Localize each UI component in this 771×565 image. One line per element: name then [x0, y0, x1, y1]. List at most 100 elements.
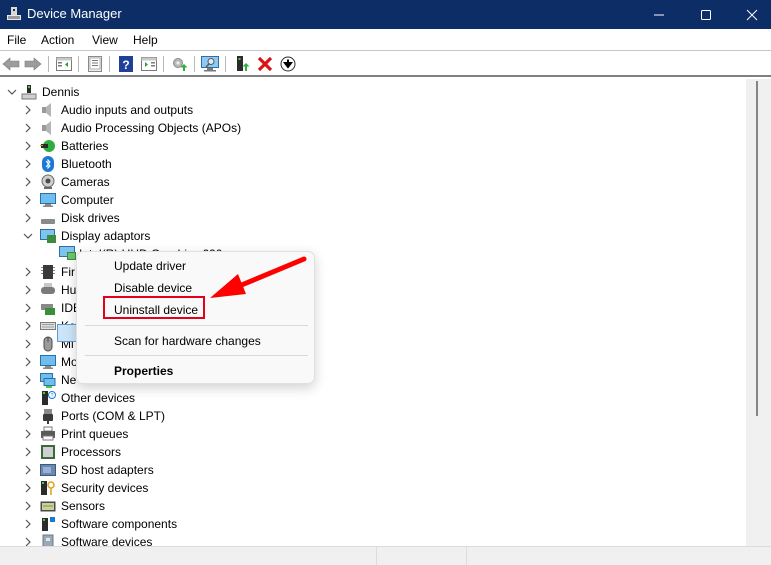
chevron-right-icon[interactable]: [22, 302, 34, 314]
tree-item-label: Disk drives: [61, 211, 120, 225]
properties-button[interactable]: [86, 55, 104, 73]
update-driver-button[interactable]: [171, 55, 189, 73]
status-divider: [376, 547, 377, 565]
tree-root[interactable]: Dennis: [0, 83, 740, 101]
tree-item-label: Fir: [61, 265, 75, 279]
status-divider: [466, 547, 467, 565]
keyboard-icon: [40, 322, 56, 330]
tree-item-software-devices[interactable]: Software devices: [0, 533, 740, 546]
menu-item-disable-device[interactable]: Disable device: [114, 281, 192, 295]
back-arrow-icon: [2, 57, 20, 71]
tree-item-label: Hu: [61, 283, 77, 297]
tree-item-audio-inputs-and-outputs[interactable]: Audio inputs and outputs: [0, 101, 740, 119]
minimize-icon: [654, 14, 664, 15]
chevron-right-icon[interactable]: [22, 356, 34, 368]
tree-item-label: Ports (COM & LPT): [61, 409, 166, 423]
scrollbar-thumb[interactable]: [756, 81, 758, 416]
tree-item-other-devices[interactable]: ? Other devices: [0, 389, 740, 407]
chevron-right-icon[interactable]: [22, 392, 34, 404]
chevron-right-icon[interactable]: [22, 482, 34, 494]
processor-icon: [41, 445, 55, 459]
maximize-button[interactable]: [683, 0, 729, 29]
chevron-right-icon[interactable]: [22, 158, 34, 170]
toolbar-separator: [163, 56, 164, 72]
chevron-right-icon[interactable]: [22, 536, 34, 546]
chevron-right-icon[interactable]: [22, 446, 34, 458]
computer-root-icon: [21, 85, 37, 100]
tree-item-computer[interactable]: Computer: [0, 191, 740, 209]
network-icon: [40, 373, 56, 388]
tree-item-label: Cameras: [61, 175, 110, 189]
tree-item-audio-processing-objects-apos[interactable]: Audio Processing Objects (APOs): [0, 119, 740, 137]
title-bar: Device Manager: [0, 0, 771, 29]
chevron-right-icon[interactable]: [22, 374, 34, 386]
tree-item-batteries[interactable]: Batteries: [0, 137, 740, 155]
back-button[interactable]: [2, 55, 20, 73]
tree-item-label: Audio Processing Objects (APOs): [61, 121, 242, 135]
toolbar-separator: [109, 56, 110, 72]
chevron-right-icon[interactable]: [22, 122, 34, 134]
tree-item-bluetooth[interactable]: Bluetooth: [0, 155, 740, 173]
chevron-right-icon[interactable]: [22, 212, 34, 224]
menu-item-properties[interactable]: Properties: [114, 364, 173, 378]
chevron-right-icon[interactable]: [22, 428, 34, 440]
tree-item-disk-drives[interactable]: Disk drives: [0, 209, 740, 227]
chevron-right-icon[interactable]: [22, 500, 34, 512]
unknown-device-icon: ?: [42, 391, 56, 405]
chevron-down-icon[interactable]: [6, 86, 18, 98]
tree-item-print-queues[interactable]: Print queues: [0, 425, 740, 443]
chevron-right-icon[interactable]: [22, 338, 34, 350]
tree-item-label: Batteries: [61, 139, 109, 153]
menu-help[interactable]: Help: [133, 33, 158, 47]
minimize-button[interactable]: [636, 0, 682, 29]
tree-item-ports-com-lpt[interactable]: Ports (COM & LPT): [0, 407, 740, 425]
chevron-right-icon[interactable]: [22, 104, 34, 116]
forward-button[interactable]: [24, 55, 42, 73]
chevron-down-icon[interactable]: [22, 230, 34, 242]
menu-file[interactable]: File: [7, 33, 26, 47]
tree-item-label: SD host adapters: [61, 463, 154, 477]
tree-item-display-adaptors[interactable]: Display adaptors: [0, 227, 740, 245]
uninstall-device-button[interactable]: [256, 55, 274, 73]
printer-icon: [41, 426, 55, 441]
chevron-right-icon[interactable]: [22, 266, 34, 278]
scan-hardware-button[interactable]: [201, 55, 219, 73]
chevron-right-icon[interactable]: [22, 320, 34, 332]
tree-item-processors[interactable]: Processors: [0, 443, 740, 461]
battery-icon: [40, 140, 55, 152]
tree-item-label: Other devices: [61, 391, 136, 405]
tree-item-software-components[interactable]: Software components: [0, 515, 740, 533]
menu-bar: File Action View Help: [0, 29, 771, 51]
enable-device-button[interactable]: [233, 55, 251, 73]
menu-item-scan-hardware[interactable]: Scan for hardware changes: [114, 334, 261, 348]
disable-device-icon: [280, 56, 296, 72]
tree-item-security-devices[interactable]: Security devices: [0, 479, 740, 497]
forward-arrow-icon: [24, 57, 42, 71]
show-action-pane-button[interactable]: [140, 55, 158, 73]
tree-item-sensors[interactable]: Sensors: [0, 497, 740, 515]
chevron-right-icon[interactable]: [22, 464, 34, 476]
tree-item-cameras[interactable]: Cameras: [0, 173, 740, 191]
help-button[interactable]: ?: [117, 55, 135, 73]
speaker-icon: [42, 103, 51, 117]
vertical-scrollbar[interactable]: [746, 79, 771, 546]
gamepad-icon: [41, 283, 55, 294]
show-hide-console-tree-button[interactable]: [55, 55, 73, 73]
tree-item-sd-host-adapters[interactable]: SD host adapters: [0, 461, 740, 479]
tree-item-label: Processors: [61, 445, 122, 459]
menu-action[interactable]: Action: [41, 33, 74, 47]
chevron-right-icon[interactable]: [22, 140, 34, 152]
chevron-right-icon[interactable]: [22, 284, 34, 296]
menu-view[interactable]: View: [92, 33, 118, 47]
help-icon: ?: [119, 56, 133, 72]
disable-device-button[interactable]: [279, 55, 297, 73]
close-button[interactable]: [729, 0, 771, 29]
tree-item-label: Sensors: [61, 499, 106, 513]
chevron-right-icon[interactable]: [22, 194, 34, 206]
chevron-right-icon[interactable]: [22, 518, 34, 530]
menu-item-update-driver[interactable]: Update driver: [114, 259, 186, 273]
chevron-right-icon[interactable]: [22, 176, 34, 188]
show-action-pane-icon: [141, 57, 157, 71]
chevron-right-icon[interactable]: [22, 410, 34, 422]
tree-item-label: Bluetooth: [61, 157, 112, 171]
